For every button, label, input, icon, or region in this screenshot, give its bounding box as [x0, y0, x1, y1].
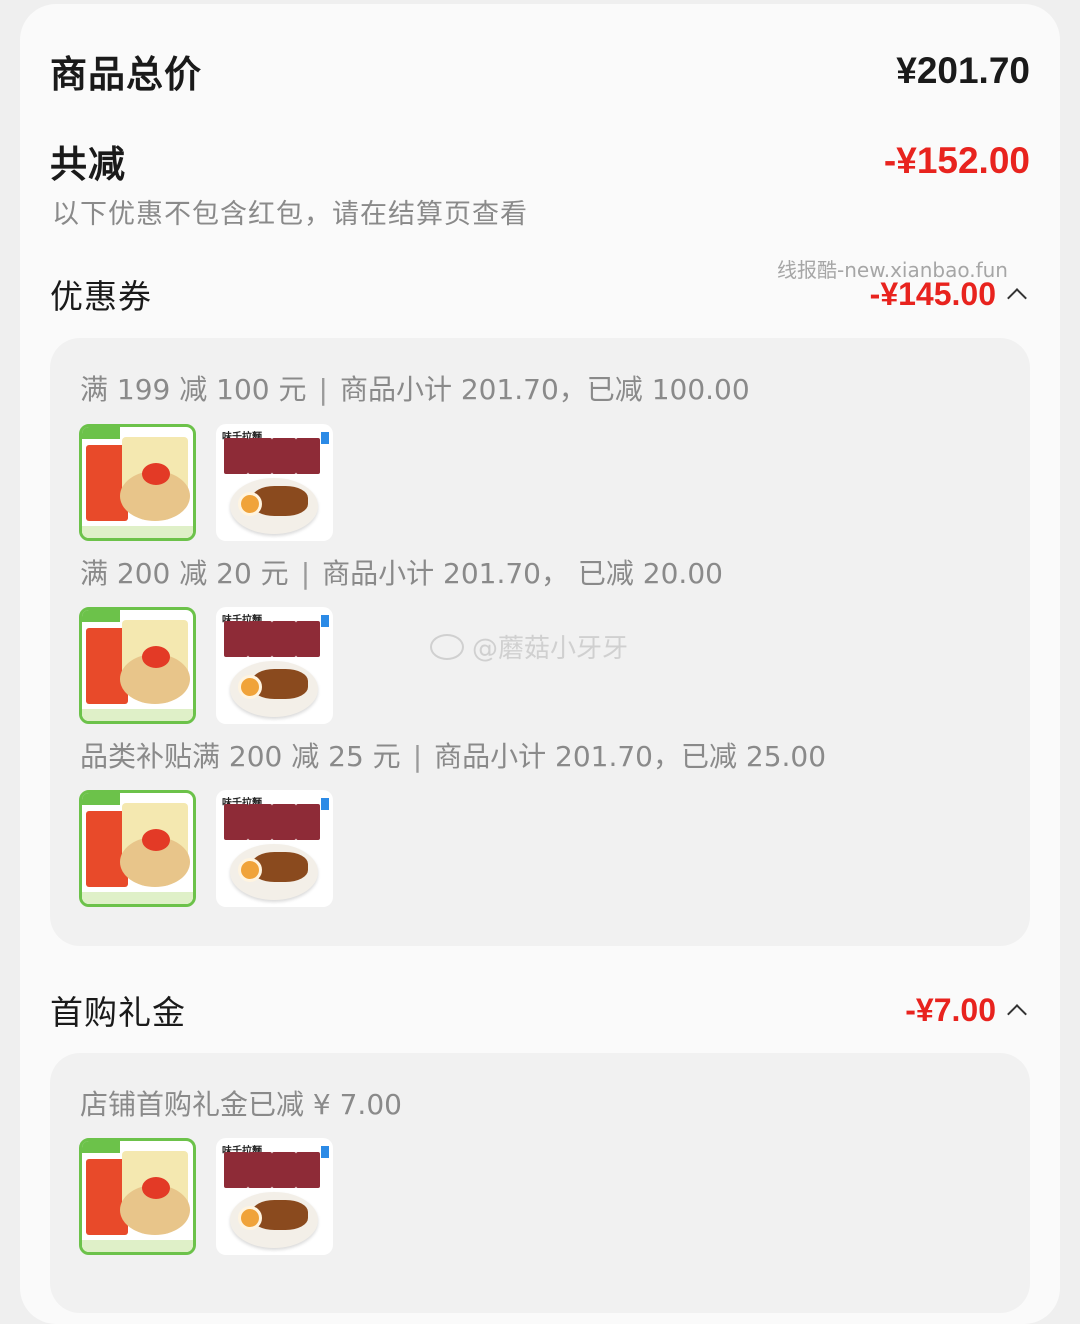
noodle-product-image[interactable]: 味千拉麵 [216, 607, 333, 724]
discount-note: 以下优惠不包含红包，请在结算页查看 [52, 199, 528, 230]
coupon-section-label: 优惠券 [50, 277, 152, 316]
coupon-amount-text: -¥145.00 [869, 275, 996, 312]
coupon-rule: 满 200 减 20 元 [80, 557, 289, 590]
chevron-up-icon[interactable] [1007, 1004, 1027, 1024]
weibo-watermark-text: @蘑菇小牙牙 [472, 634, 629, 664]
first-purchase-item: 店铺首购礼金已减 ¥ 7.00 [80, 1083, 402, 1123]
first-purchase-label: 首购礼金 [50, 993, 186, 1032]
pancake-product-image[interactable] [79, 607, 196, 724]
reduction-label: 共减 [50, 143, 126, 186]
chevron-up-icon[interactable] [1007, 288, 1027, 308]
coupon-section-header[interactable]: 优惠券 -¥145.00 [50, 270, 1030, 318]
coupon-detail: 商品小计 201.70，已减 25.00 [434, 740, 827, 773]
coupon-section-amount: -¥145.00 [869, 275, 1027, 313]
pancake-product-image[interactable] [79, 1138, 196, 1255]
reduction-row: 共减 -¥152.00 [50, 134, 1030, 188]
coupon-item-1: 满 199 减 100 元 | 商品小计 201.70，已减 100.00 [80, 373, 750, 406]
noodle-product-image[interactable]: 味千拉麵 [216, 790, 333, 907]
pancake-product-image[interactable] [79, 424, 196, 541]
first-purchase-header[interactable]: 首购礼金 -¥7.00 [50, 986, 1030, 1034]
noodle-product-image[interactable]: 味千拉麵 [216, 424, 333, 541]
first-purchase-card: 店铺首购礼金已减 ¥ 7.00 味千拉麵 [50, 1053, 1030, 1313]
total-value: ¥201.70 [896, 50, 1030, 91]
coupon-detail: 商品小计 201.70， 已减 20.00 [322, 557, 723, 590]
coupon-rule: 品类补贴满 200 减 25 元 [80, 740, 401, 773]
coupon-detail: 商品小计 201.70，已减 100.00 [339, 373, 750, 406]
coupon-item-3: 品类补贴满 200 减 25 元 | 商品小计 201.70，已减 25.00 [80, 740, 827, 773]
reduction-value: -¥152.00 [883, 140, 1030, 181]
weibo-icon [430, 633, 464, 660]
noodle-product-image[interactable]: 味千拉麵 [216, 1138, 333, 1255]
total-row: 商品总价 ¥201.70 [50, 44, 1030, 98]
weibo-watermark: @蘑菇小牙牙 [430, 628, 628, 665]
total-label: 商品总价 [50, 53, 202, 96]
pancake-product-image[interactable] [79, 790, 196, 907]
first-purchase-detail: 店铺首购礼金已减 ¥ 7.00 [80, 1088, 402, 1121]
coupon-rule: 满 199 减 100 元 [80, 373, 307, 406]
coupon-item-2: 满 200 减 20 元 | 商品小计 201.70， 已减 20.00 [80, 557, 723, 590]
first-purchase-amount-text: -¥7.00 [905, 991, 996, 1028]
first-purchase-amount: -¥7.00 [905, 991, 1027, 1029]
